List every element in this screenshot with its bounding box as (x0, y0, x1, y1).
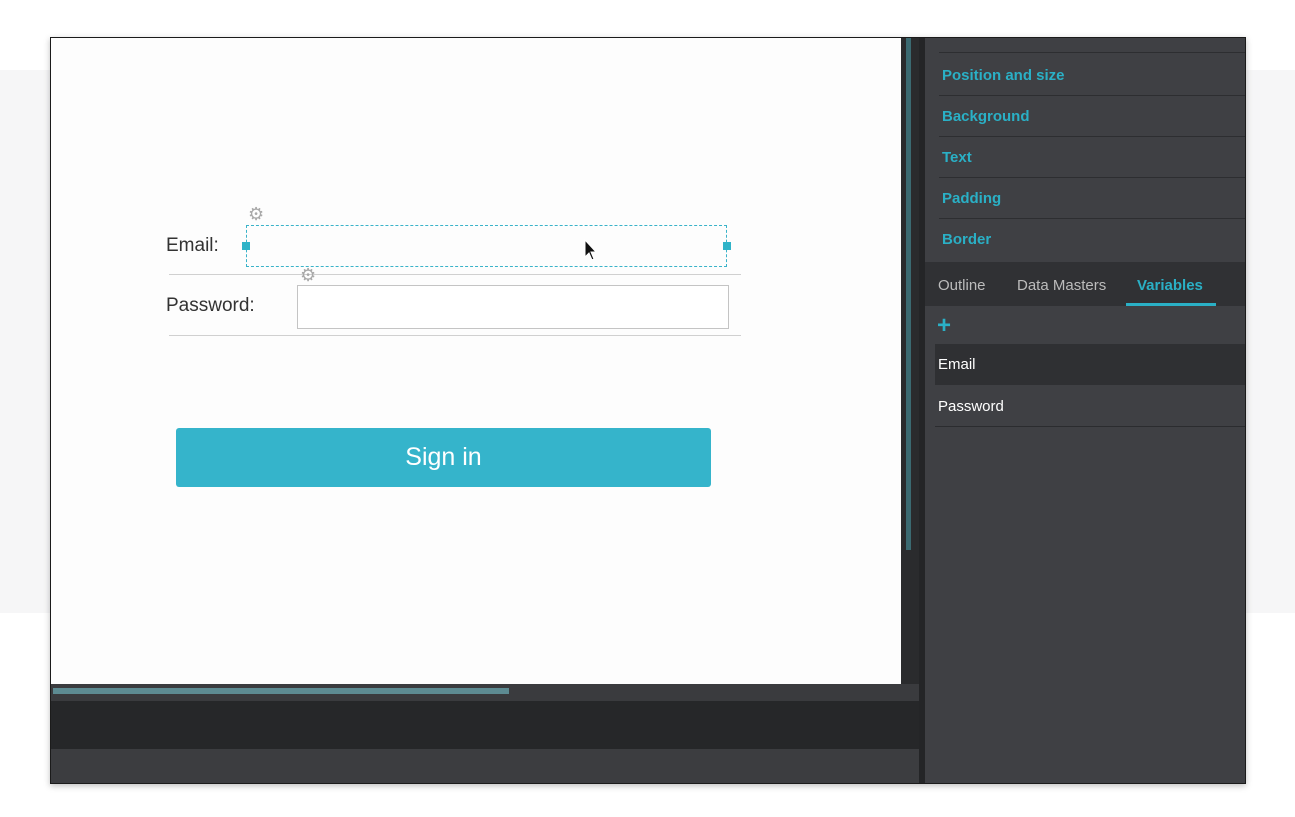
status-bar (51, 749, 919, 783)
variable-item-email[interactable]: Email (935, 344, 1245, 385)
row-divider (169, 335, 741, 336)
settings-gear-icon[interactable]: ⚙ (248, 205, 264, 223)
tab-variables[interactable]: Variables (1137, 262, 1203, 306)
properties-section-text[interactable]: Text (939, 137, 1245, 178)
right-panel: Position and size Background Text Paddin… (925, 38, 1245, 783)
properties-section-partial[interactable] (939, 38, 1245, 53)
app-window: Email: ⚙ ⚙ Password: Sign in Position an… (50, 37, 1246, 784)
row-divider (169, 274, 741, 275)
scrollbar-thumb[interactable] (53, 688, 509, 694)
resize-handle-left[interactable] (242, 242, 250, 250)
panel-tabs: Outline Data Masters Variables (925, 262, 1245, 306)
tab-data-masters[interactable]: Data Masters (1017, 262, 1106, 306)
password-input[interactable] (297, 285, 729, 329)
email-input[interactable] (246, 225, 727, 267)
scrollbar-thumb[interactable] (906, 38, 911, 550)
email-label: Email: (166, 235, 219, 256)
add-variable-plus-icon[interactable]: + (937, 314, 951, 338)
properties-section-border[interactable]: Border (939, 219, 1245, 260)
bottom-panel (51, 701, 919, 749)
properties-section-padding[interactable]: Padding (939, 178, 1245, 219)
resize-handle-right[interactable] (723, 242, 731, 250)
sign-in-button[interactable]: Sign in (176, 428, 711, 487)
vertical-scrollbar[interactable] (901, 38, 919, 684)
settings-gear-icon[interactable]: ⚙ (300, 266, 316, 284)
horizontal-scrollbar[interactable] (51, 684, 919, 701)
active-tab-indicator (1126, 303, 1216, 306)
design-canvas[interactable]: Email: ⚙ ⚙ Password: Sign in (51, 38, 901, 684)
tab-outline[interactable]: Outline (938, 262, 986, 306)
properties-section-position-size[interactable]: Position and size (939, 55, 1245, 96)
password-label: Password: (166, 295, 255, 316)
properties-section-background[interactable]: Background (939, 96, 1245, 137)
mouse-cursor-icon (584, 239, 598, 261)
variable-item-password[interactable]: Password (935, 386, 1245, 427)
